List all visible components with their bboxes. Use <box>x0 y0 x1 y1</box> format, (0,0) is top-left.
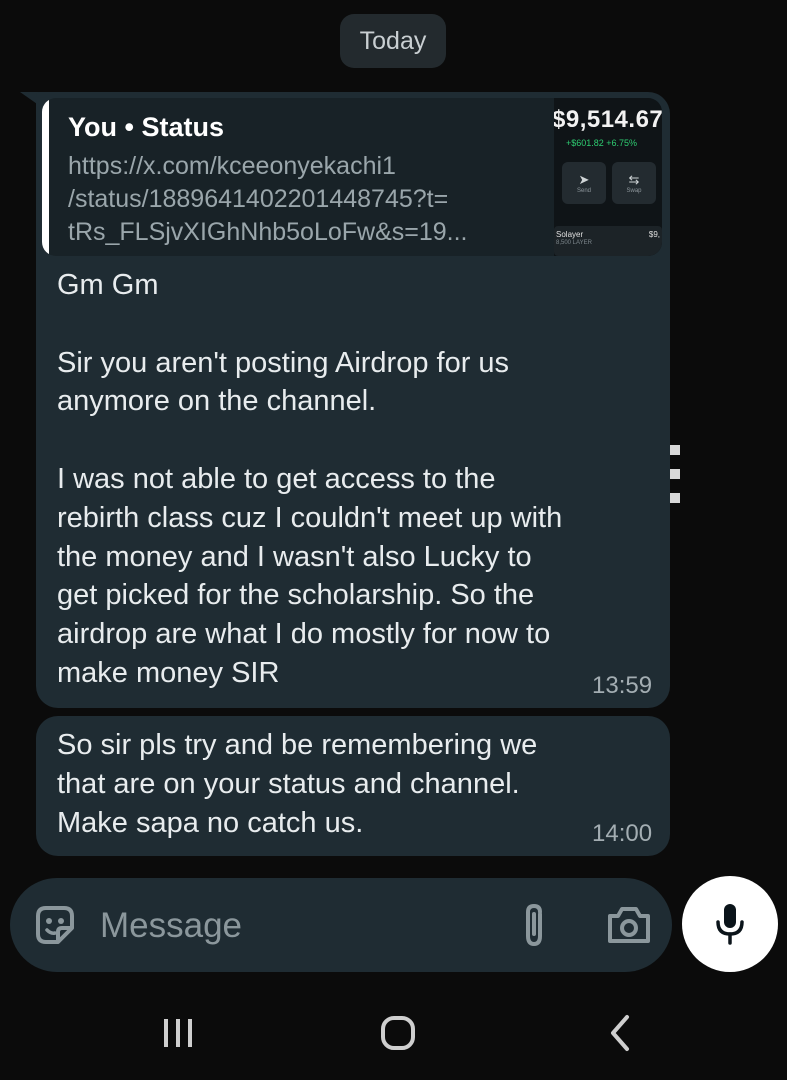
swap-icon: ⇆ <box>628 172 640 187</box>
send-icon: ➤ <box>578 172 590 187</box>
quote-accent-bar <box>42 98 49 256</box>
thumbnail-swap-label: Swap <box>626 188 642 194</box>
home-icon[interactable] <box>368 1008 428 1058</box>
thumbnail-send-button: ➤ Send <box>562 162 606 204</box>
thumbnail-swap-button: ⇆ Swap <box>612 162 656 204</box>
status-thumbnail[interactable]: $9,514.67 +$601.82 +6.75% ➤ Send ⇆ Swap … <box>554 98 662 256</box>
sticker-icon[interactable] <box>32 902 78 948</box>
thumbnail-token-value: $9, <box>648 230 660 239</box>
quote-author: You • Status <box>68 112 224 142</box>
thumbnail-token-name: Solayer <box>556 230 584 239</box>
thumbnail-change: +$601.82 +6.75% <box>566 138 638 148</box>
quote-link[interactable]: https://x.com/kceeonyekachi1 /status/188… <box>68 150 548 249</box>
message-composer <box>10 878 672 972</box>
date-divider: Today <box>340 14 446 68</box>
message-text: Gm Gm Sir you aren't posting Airdrop for… <box>57 269 563 689</box>
message-time: 13:59 <box>592 672 653 699</box>
microphone-icon[interactable] <box>682 876 778 972</box>
quoted-status[interactable]: You • Status https://x.com/kceeonyekachi… <box>42 98 662 256</box>
thumbnail-token-sub: 8,500 LAYER <box>556 240 592 246</box>
recents-icon[interactable] <box>148 1008 208 1058</box>
system-navigation-bar <box>0 990 787 1080</box>
thumbnail-price: $9,514.67 <box>554 106 662 133</box>
scroll-indicator <box>670 445 680 517</box>
message-text: So sir pls try and be remembering we tha… <box>57 729 538 839</box>
message-input[interactable] <box>98 900 462 952</box>
thumbnail-token-row: Solayer 8,500 LAYER $9, <box>554 226 662 256</box>
back-icon[interactable] <box>590 1008 650 1058</box>
message-time: 14:00 <box>592 820 653 847</box>
thumbnail-send-label: Send <box>576 188 591 194</box>
camera-icon[interactable] <box>604 902 654 948</box>
paperclip-icon[interactable] <box>514 900 554 950</box>
